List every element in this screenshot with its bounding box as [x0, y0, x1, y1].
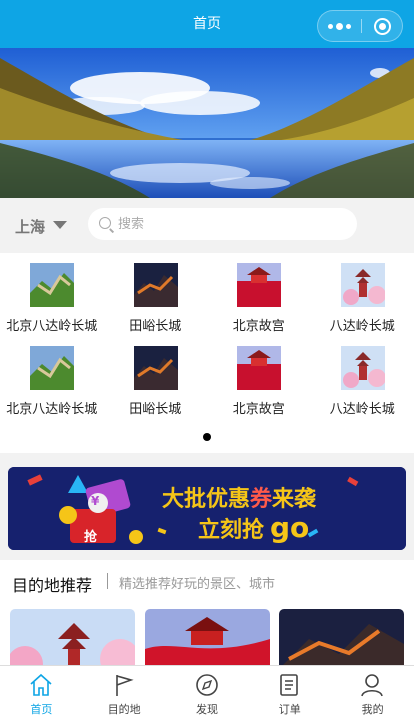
attraction-item[interactable]: 北京故宫: [207, 336, 311, 417]
attraction-item[interactable]: 八达岭长城: [311, 336, 414, 417]
attraction-item[interactable]: 北京八达岭长城: [0, 253, 104, 334]
attraction-item[interactable]: 田峪长城: [104, 253, 208, 334]
promo-headline-part: 大批优惠: [162, 487, 251, 512]
destination-recommend: 目的地推荐 精选推荐好玩的景区、城市: [0, 560, 414, 679]
order-icon: [280, 674, 299, 696]
attraction-item[interactable]: 田峪长城: [104, 336, 208, 417]
attraction-thumbnail: [30, 263, 74, 307]
attraction-thumbnail: [340, 346, 385, 390]
attraction-thumbnail: [237, 263, 281, 307]
attraction-thumbnail: [133, 263, 178, 307]
attractions-grid: 北京八达岭长城 田峪长城 北京故宫 八达岭长城 北京八达岭长城 田峪长城 北京故…: [0, 253, 414, 453]
search-icon: [99, 217, 111, 229]
capsule-divider: [361, 19, 362, 33]
more-menu-icon[interactable]: [318, 11, 361, 41]
compass-icon: [195, 674, 218, 696]
promo-cta: 立刻抢 go: [198, 511, 309, 544]
attraction-name: 北京八达岭长城: [6, 402, 98, 417]
tab-destination[interactable]: 目的地: [83, 666, 166, 720]
attraction-thumbnail: [340, 263, 385, 307]
promo-headline-part: 来袭: [272, 487, 317, 512]
home-icon: [30, 673, 52, 696]
mini-program-capsule: [317, 10, 403, 42]
attraction-name: 北京故宫: [232, 402, 285, 417]
attraction-name: 田峪长城: [129, 402, 182, 417]
attraction-item[interactable]: 八达岭长城: [311, 253, 414, 334]
section-subtitle: 精选推荐好玩的景区、城市: [119, 577, 276, 592]
bottom-tab-bar: 首页 目的地 发现 订单 我的: [0, 665, 414, 720]
chevron-down-icon[interactable]: [53, 221, 67, 229]
tab-home[interactable]: 首页: [0, 666, 83, 720]
search-input[interactable]: [118, 214, 338, 234]
attraction-thumbnail: [30, 346, 74, 390]
promo-headline-part: 券: [250, 487, 273, 512]
tab-label: 发现: [195, 703, 218, 716]
promo-banner[interactable]: ¥ 抢 大批优惠券来袭 立刻抢 go: [8, 467, 406, 550]
promo-go-text: go: [270, 511, 310, 544]
divider: [107, 573, 108, 589]
search-box[interactable]: [88, 208, 357, 240]
close-mini-program-icon[interactable]: [374, 18, 391, 35]
attraction-name: 北京八达岭长城: [6, 319, 98, 334]
attraction-name: 北京故宫: [232, 319, 285, 334]
tab-discover[interactable]: 发现: [166, 666, 249, 720]
tab-label: 我的: [361, 703, 384, 716]
attraction-thumbnail: [133, 346, 178, 390]
flag-icon: [115, 675, 134, 696]
tab-label: 首页: [30, 703, 53, 716]
tab-label: 目的地: [107, 703, 141, 716]
promo-grab-badge: 抢: [84, 530, 98, 545]
tab-profile[interactable]: 我的: [331, 666, 414, 720]
search-row: 上海: [0, 198, 414, 253]
attraction-name: 八达岭长城: [329, 402, 395, 417]
promo-headline: 大批优惠券来袭: [162, 481, 316, 513]
attraction-name: 田峪长城: [129, 319, 182, 334]
attraction-thumbnail: [237, 346, 281, 390]
attraction-name: 八达岭长城: [329, 319, 395, 334]
user-icon: [361, 674, 383, 697]
promo-cta-text: 立刻抢: [198, 518, 265, 543]
banner-carousel[interactable]: [0, 48, 414, 198]
city-selector[interactable]: 上海: [15, 216, 45, 237]
grid-page-indicator[interactable]: [203, 433, 211, 441]
attraction-item[interactable]: 北京八达岭长城: [0, 336, 104, 417]
banner-image: [0, 48, 414, 198]
promo-voucher-symbol: ¥: [91, 494, 100, 508]
section-title: 目的地推荐: [12, 576, 93, 595]
nav-bar: 首页: [0, 0, 414, 48]
tab-orders[interactable]: 订单: [248, 666, 331, 720]
attraction-item[interactable]: 北京故宫: [207, 253, 311, 334]
tab-label: 订单: [278, 703, 301, 716]
